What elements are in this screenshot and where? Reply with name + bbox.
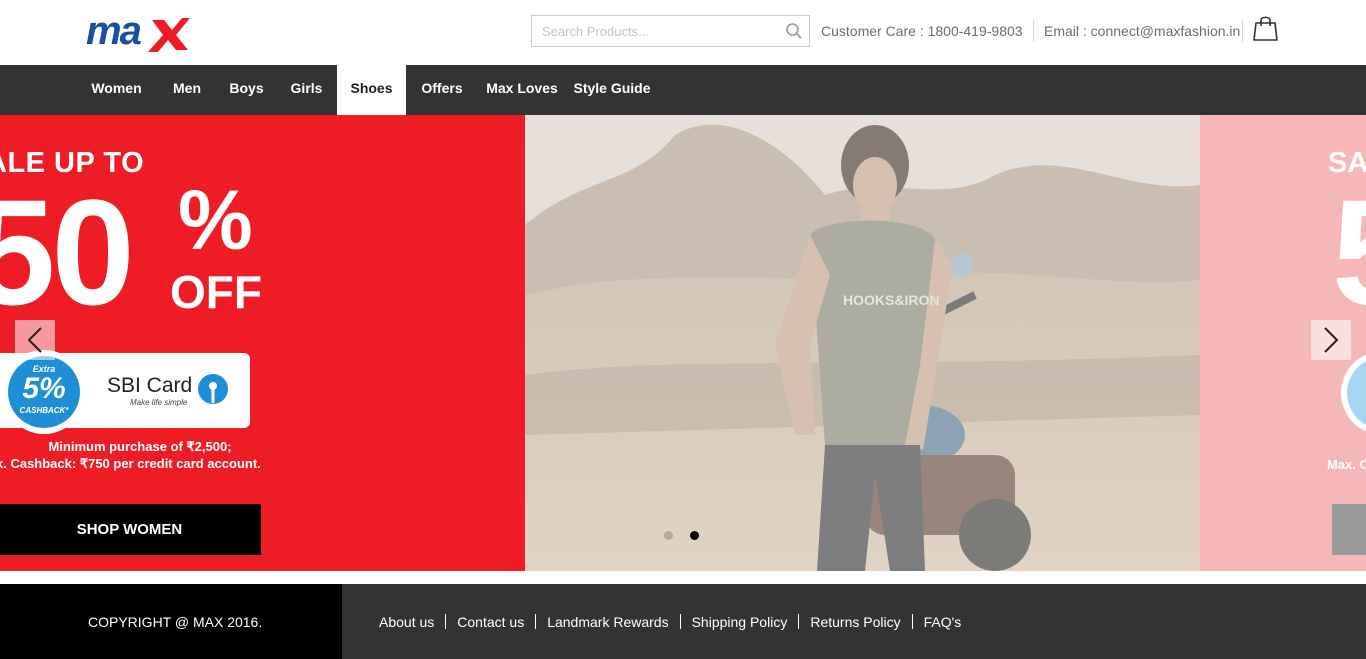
carousel-dot-2[interactable] bbox=[690, 531, 699, 540]
footer-divider bbox=[679, 614, 681, 629]
hero-carousel[interactable]: ALE UP TO 50 % OFF Extra 5% CASHBACK* SB… bbox=[0, 115, 1366, 571]
carousel-dot-1[interactable] bbox=[664, 531, 673, 540]
nav-item-girls[interactable]: Girls bbox=[281, 65, 332, 115]
footer-divider bbox=[911, 614, 913, 629]
photo-fade-overlay bbox=[525, 115, 1200, 571]
carousel-prev-button[interactable] bbox=[15, 320, 55, 360]
footer-link-landmark-rewards[interactable]: Landmark Rewards bbox=[547, 614, 668, 630]
sbi-card-tagline: Make life simple bbox=[130, 398, 188, 407]
next-slide-amount: 5 bbox=[1332, 177, 1366, 327]
header-divider bbox=[1242, 20, 1243, 42]
copyright-text: COPYRIGHT @ MAX 2016. bbox=[88, 614, 263, 630]
cashback-percent: 5% bbox=[22, 372, 66, 405]
search-input[interactable] bbox=[532, 16, 772, 46]
footer-link-contact-us[interactable]: Contact us bbox=[457, 614, 524, 630]
email-text: Email : connect@maxfashion.in bbox=[1044, 23, 1241, 39]
nav-item-boys[interactable]: Boys bbox=[222, 65, 271, 115]
footer-divider bbox=[445, 614, 447, 629]
footer-link-returns-policy[interactable]: Returns Policy bbox=[810, 614, 900, 630]
model-photo: HOOKS&IRON bbox=[525, 115, 1200, 571]
site-header: ma Customer Care : 1800-419-9803 Email :… bbox=[0, 0, 1366, 65]
customer-care-text: Customer Care : 1800-419-9803 bbox=[821, 23, 1023, 39]
cashback-badge: Extra 5% CASHBACK* bbox=[2, 350, 86, 434]
carousel-next-button[interactable] bbox=[1311, 320, 1351, 360]
footer-link-shipping-policy[interactable]: Shipping Policy bbox=[692, 614, 788, 630]
nav-item-women[interactable]: Women bbox=[80, 65, 153, 115]
sale-percent-sign: % bbox=[178, 173, 253, 267]
svg-text:ma: ma bbox=[86, 10, 142, 53]
next-slide-button bbox=[1332, 504, 1366, 555]
nav-item-style-guide[interactable]: Style Guide bbox=[570, 65, 654, 115]
search-icon[interactable] bbox=[785, 22, 803, 40]
footer-divider bbox=[798, 614, 800, 629]
search-bar bbox=[531, 15, 810, 47]
sale-off-text: OFF bbox=[170, 266, 262, 318]
max-cashback-text: x. Cashback: ₹750 per credit card accoun… bbox=[0, 456, 261, 471]
nav-item-shoes[interactable]: Shoes bbox=[337, 65, 406, 115]
nav-item-offers[interactable]: Offers bbox=[412, 65, 472, 115]
footer-copyright-area: COPYRIGHT @ MAX 2016. bbox=[0, 584, 342, 659]
footer-divider bbox=[535, 614, 537, 629]
sale-slide[interactable]: ALE UP TO 50 % OFF Extra 5% CASHBACK* SB… bbox=[0, 115, 525, 571]
shop-women-button[interactable]: SHOP WOMEN bbox=[0, 504, 261, 555]
sbi-card-name: SBI Card bbox=[107, 374, 193, 397]
next-slide-badge bbox=[1341, 351, 1366, 435]
header-divider bbox=[1033, 20, 1034, 42]
main-nav: Women Men Boys Girls Shoes Offers Max Lo… bbox=[0, 65, 1366, 115]
max-logo[interactable]: ma bbox=[86, 9, 190, 54]
nav-item-men[interactable]: Men bbox=[163, 65, 211, 115]
min-purchase-text: Minimum purchase of ₹2,500; bbox=[48, 439, 232, 454]
shopping-bag-icon[interactable] bbox=[1253, 14, 1278, 42]
nav-item-max-loves[interactable]: Max Loves bbox=[482, 65, 562, 115]
cashback-word: CASHBACK* bbox=[19, 406, 69, 415]
sbi-logo-icon bbox=[196, 372, 230, 406]
next-slide-cashback: Max. C bbox=[1327, 457, 1366, 472]
footer-link-about-us[interactable]: About us bbox=[379, 614, 434, 630]
sale-amount: 50 bbox=[0, 168, 135, 336]
footer-link-faqs[interactable]: FAQ's bbox=[924, 614, 962, 630]
footer-links-area: About us Contact us Landmark Rewards Shippi… bbox=[342, 584, 1366, 659]
